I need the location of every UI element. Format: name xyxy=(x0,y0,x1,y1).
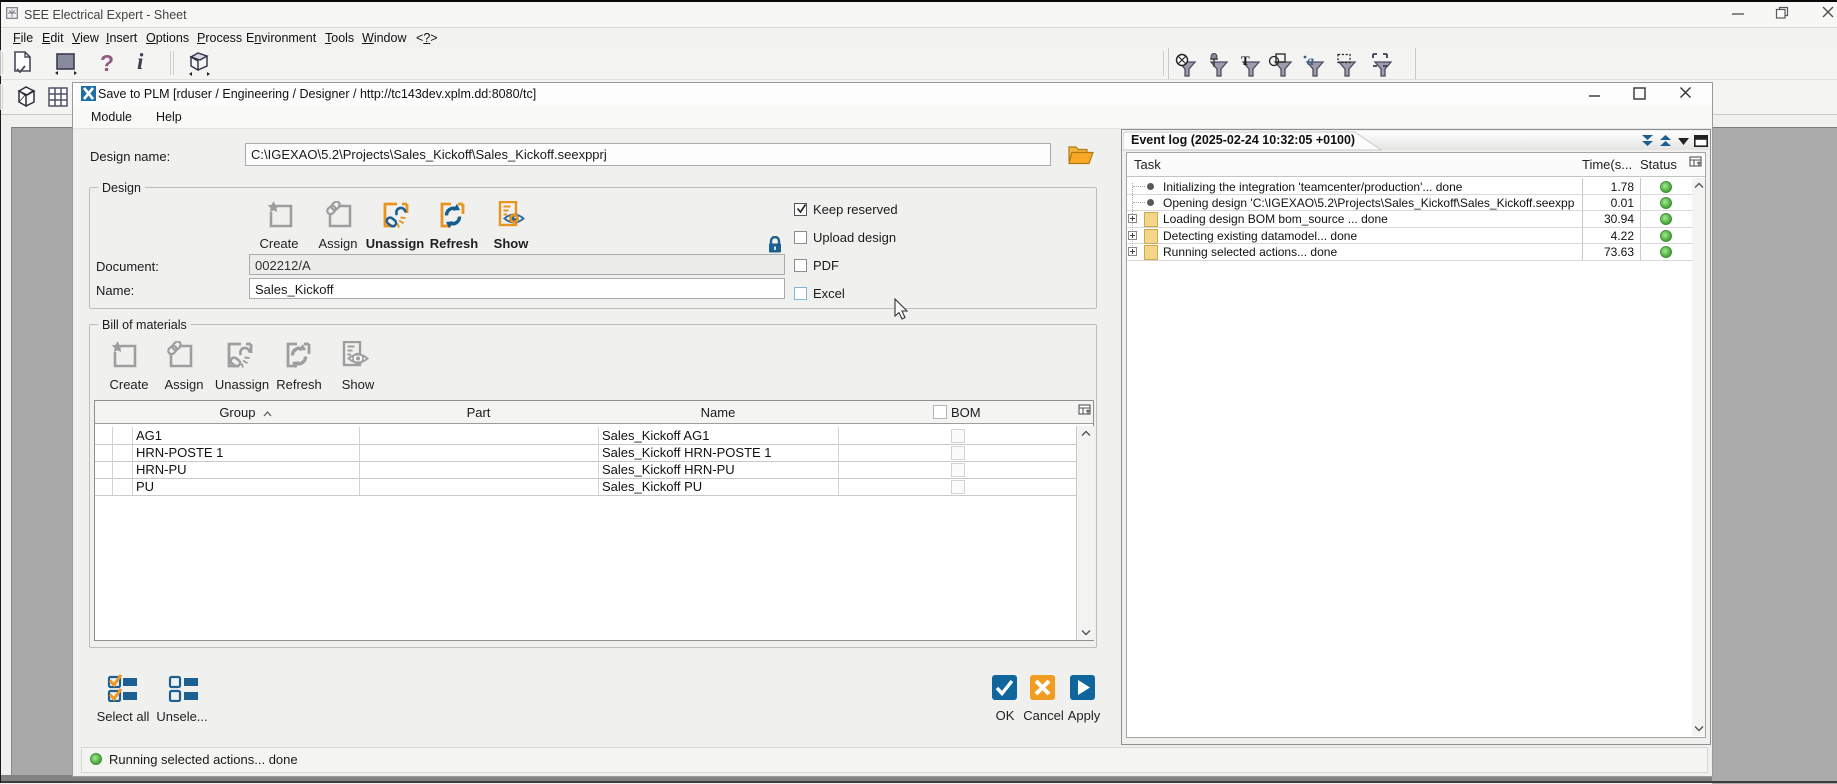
svg-text:T: T xyxy=(1241,53,1250,68)
svg-text:a: a xyxy=(1307,54,1314,69)
